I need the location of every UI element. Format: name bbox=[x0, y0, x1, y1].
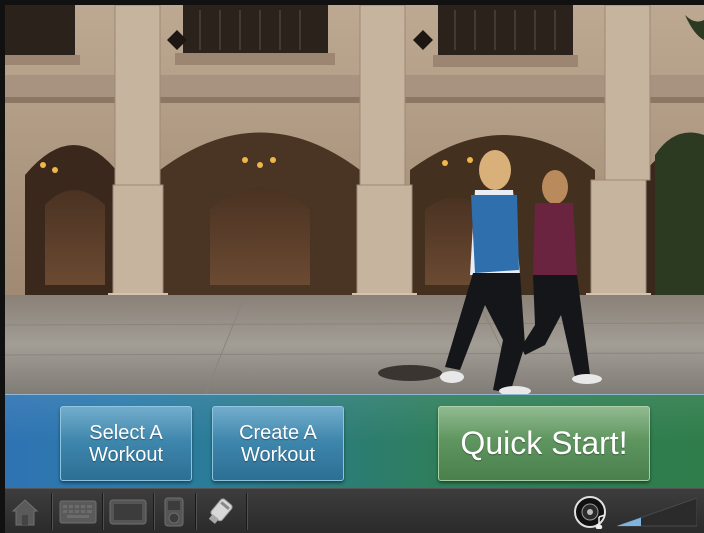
scene-image bbox=[5, 5, 704, 395]
create-workout-label-line2: Workout bbox=[240, 443, 316, 466]
taskbar-separator bbox=[51, 493, 53, 530]
action-bar: Select A Workout Create A Workout Quick … bbox=[5, 394, 704, 489]
taskbar-separator bbox=[153, 493, 155, 530]
taskbar-separator bbox=[246, 493, 248, 530]
select-workout-label-line2: Workout bbox=[88, 443, 164, 466]
workout-home-screen: Select A Workout Create A Workout Quick … bbox=[0, 0, 704, 533]
create-workout-label-line1: Create A bbox=[239, 421, 317, 444]
home-icon[interactable] bbox=[11, 497, 39, 532]
select-workout-button[interactable]: Select A Workout bbox=[60, 406, 192, 481]
quick-start-button[interactable]: Quick Start! bbox=[438, 406, 650, 481]
taskbar-separator bbox=[195, 493, 197, 530]
select-workout-label-line1: Select A bbox=[89, 421, 163, 444]
volume-level-indicator[interactable] bbox=[616, 497, 698, 532]
display-icon[interactable] bbox=[109, 497, 147, 532]
media-player-icon[interactable] bbox=[163, 497, 185, 532]
quick-start-label: Quick Start! bbox=[460, 425, 628, 461]
create-workout-button[interactable]: Create A Workout bbox=[212, 406, 344, 481]
taskbar-separator bbox=[102, 493, 104, 530]
taskbar bbox=[5, 488, 704, 533]
usb-drive-icon[interactable] bbox=[205, 497, 237, 532]
speaker-icon[interactable] bbox=[573, 495, 609, 533]
scene-illustration bbox=[5, 5, 704, 395]
keyboard-icon[interactable] bbox=[59, 497, 97, 532]
